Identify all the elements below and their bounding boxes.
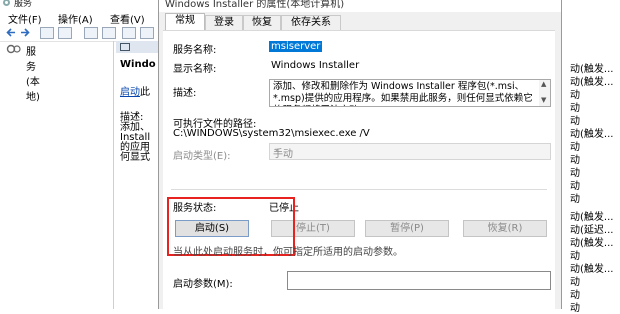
tree-item-label: 服务(本地) xyxy=(26,47,40,103)
divider xyxy=(171,189,547,190)
startup-type-label: 启动类型(E): xyxy=(173,151,231,162)
tab-general[interactable]: 常规 xyxy=(165,13,205,31)
display-name-label: 显示名称: xyxy=(173,64,217,75)
services-header-icon xyxy=(120,43,130,51)
service-name-value[interactable]: msiserver xyxy=(269,41,323,52)
services-detail-pane: Windo 启动此 描述: 添加、 Install 的应用 何显式 xyxy=(114,41,158,309)
detail-service-heading: Windo xyxy=(120,59,156,70)
display-name-value[interactable]: Windows Installer xyxy=(271,60,359,71)
general-tab-panel: 服务名称: msiserver 显示名称: Windows Installer … xyxy=(163,30,555,310)
start-params-input[interactable] xyxy=(287,271,551,290)
startup-type-select[interactable]: 手动 ⌄ xyxy=(269,143,551,160)
detail-start-link-suffix: 此 xyxy=(140,87,150,98)
refresh-icon[interactable] xyxy=(84,27,98,39)
detail-header-bar xyxy=(116,41,158,53)
dialog-tabs: 常规 登录 恢复 依存关系 xyxy=(159,12,561,31)
toolbar xyxy=(0,24,158,42)
start-params-label: 启动参数(M): xyxy=(173,279,233,290)
list-item[interactable]: 动 xyxy=(570,299,580,314)
properties-icon[interactable] xyxy=(140,27,154,39)
services-list-startup-column: 动(触发... 动(触发... 动 动 动 动(触发... 动 动 动 动 动 … xyxy=(560,10,620,314)
details-view-icon[interactable] xyxy=(58,27,72,39)
tab-dependencies[interactable]: 依存关系 xyxy=(281,15,341,30)
service-name-label: 服务名称: xyxy=(173,45,217,56)
console-tree-icon[interactable] xyxy=(40,27,54,39)
services-window-title: 服务 xyxy=(14,0,33,9)
properties-dialog: Windows Installer 的属性(本地计算机) 常规 登录 恢复 依存… xyxy=(158,0,562,310)
services-app-icon xyxy=(3,0,10,6)
tab-recovery[interactable]: 恢复 xyxy=(243,15,281,30)
description-textbox[interactable]: 添加、修改和删除作为 Windows Installer 程序包(*.msi、*… xyxy=(269,79,551,107)
services-gear-icon xyxy=(6,44,21,54)
exe-path-value: C:\WINDOWS\system32\msiexec.exe /V xyxy=(173,128,370,139)
menu-bar: 文件(F) 操作(A) 查看(V) xyxy=(0,10,158,26)
scroll-down-icon[interactable]: ▼ xyxy=(541,96,546,104)
help-icon[interactable] xyxy=(122,27,136,39)
forward-arrow-icon[interactable] xyxy=(20,28,30,37)
list-item[interactable]: 动 xyxy=(570,190,580,205)
scroll-up-icon[interactable]: ▲ xyxy=(541,80,546,88)
detail-start-link[interactable]: 启动 xyxy=(120,87,140,98)
export-icon[interactable] xyxy=(102,27,116,39)
resume-button[interactable]: 恢复(R) xyxy=(463,220,547,237)
start-params-hint: 当从此处启动服务时，你可指定所适用的启动参数。 xyxy=(173,247,403,258)
tab-logon[interactable]: 登录 xyxy=(205,15,243,30)
detail-desc-line: 何显式 xyxy=(120,152,150,163)
description-label: 描述: xyxy=(173,88,197,99)
description-scrollbar[interactable]: ▲ ▼ xyxy=(539,80,550,106)
dialog-titlebar: Windows Installer 的属性(本地计算机) xyxy=(159,0,561,12)
chevron-down-icon: ⌄ xyxy=(273,144,281,154)
dialog-title: Windows Installer 的属性(本地计算机) xyxy=(165,0,345,10)
description-text: 添加、修改和删除作为 Windows Installer 程序包(*.msi、*… xyxy=(273,81,533,106)
console-tree: 服务(本地) xyxy=(0,41,114,309)
pause-button[interactable]: 暂停(P) xyxy=(365,220,449,237)
back-arrow-icon[interactable] xyxy=(6,28,16,37)
